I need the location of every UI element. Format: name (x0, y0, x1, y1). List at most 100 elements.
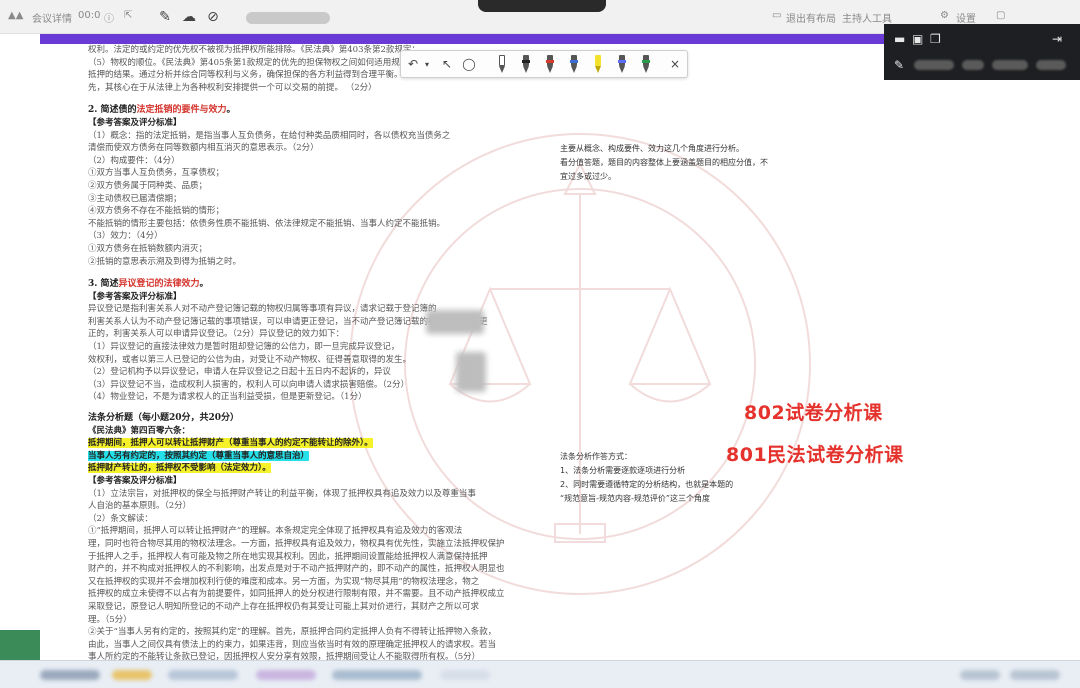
teaching-note-2: 法条分析作答方式： 1、法条分析需要逐款逐项进行分析 2、同时需要遵循特定的分析… (560, 452, 734, 503)
screen-notch (478, 0, 606, 12)
answer-line: ②双方债务属于同种类、品质； (88, 180, 208, 191)
answer-line: 不能抵销的情形主要包括：依债务性质不能抵销、依法律规定不能抵销、当事人约定不能抵… (88, 218, 446, 229)
blurred-name (992, 60, 1028, 70)
blurred-name (1036, 60, 1066, 70)
pen-dark-icon[interactable] (617, 55, 627, 74)
meeting-info-label[interactable]: 会议详情 (32, 10, 72, 25)
answer-line: （3）效力：（4分） (88, 231, 163, 242)
answer-line: 于抵押人之手，抵押权人有可能及物之所在地实现其权利。因此，抵押期间设置能给抵押权… (88, 551, 488, 562)
answer-line: （1）异议登记的直接法律效力是暂时阻却登记簿的公信力，即一旦完成异议登记， (88, 342, 400, 353)
more-icon[interactable]: ▢ (996, 10, 1005, 21)
highlight-yellow-2: 抵押财产转让的，抵押权不受影响（法定效力）。 (88, 463, 271, 474)
meeting-timer: 00:0 (78, 10, 101, 21)
answer-line: ②关于“当事人另有约定的，按照其约定”的理解。首先，原抵押合同约定抵押人负有不得… (88, 627, 497, 638)
answer-line: （4）物业登记，不是为请求权人的正当利益受损，但是更新登记。（1分） (88, 392, 367, 403)
settings-button[interactable]: 设置 (956, 10, 976, 25)
pin-icon[interactable]: ✎ (894, 58, 904, 72)
hide-view-icon[interactable]: ⊘ (204, 8, 222, 26)
pen-blue-icon[interactable] (569, 55, 579, 74)
answer-line: 采取登记，原登记人明知所登记的不动产上存在抵押权仍有其受让可能上其对价进行，其财… (88, 601, 480, 612)
question-2-topic: 法定抵销的要件与效力 (136, 105, 227, 116)
answer-heading: 【参考答案及评分标准】 (88, 291, 182, 302)
answer-line: ④双方债务不存在不能抵销的情形； (88, 206, 225, 217)
blurred-title (246, 12, 330, 24)
taskbar-item[interactable] (256, 670, 316, 680)
blurred-name (962, 60, 984, 70)
answer-line: ②抵销的意思表示溯及到得为抵销之时。 (88, 256, 242, 267)
pointer-icon[interactable]: ↖ (439, 56, 455, 73)
answer-line: 由此，当事人之间仅具有债法上的约束力，如果违背，则应当依当时有效的原理确定抵押权… (88, 639, 497, 650)
answer-line: （1）立法宗旨，对抵押权的保全与抵押财产转让的利益平衡，体现了抵押权具有追及效力… (88, 488, 476, 499)
answer-line: 异议登记是指利害关系人对不动产登记簿记载的物权归属等事项有异议，请求记载于登记簿… (88, 304, 437, 315)
blurred-region (426, 310, 484, 334)
answer-line: （2）构成要件：（4分） (88, 155, 180, 166)
question-3-title: 3. 简述异议登记的法律效力。 (88, 279, 209, 290)
chevron-down-icon[interactable]: ▾ (419, 56, 435, 73)
question-2-title: 2. 简述债的法定抵销的要件与效力。 (88, 105, 236, 116)
taskbar-item[interactable] (440, 670, 490, 680)
floating-control-panel: ▬ ▣ ❐ ⇥ ✎ (884, 24, 1080, 80)
host-tools-button[interactable]: 主持人工具 (842, 10, 892, 25)
answer-line: （1）概念：指的法定抵销，是指当事人互负债务，在给付种类品质相同时，各以债权充当… (88, 130, 451, 141)
pen-black-icon[interactable] (521, 55, 531, 74)
eraser-icon[interactable] (497, 55, 507, 74)
question-3-topic: 异议登记的法律效力 (118, 279, 200, 290)
exam-answer-column: 权利。法定的或约定的优先权不被视为抵押权所能排除。《民法典》第403条第2款规定… (88, 44, 588, 660)
answer-line: 理，同时也符合物尽其用的物权法理念。一方面，抵押权具有追及效力，物权具有优先性，… (88, 538, 505, 549)
answer-line: 事人所约定的不能转让条款已登记，因抵押权人安分享有效限，抵押期间受让人不能取得所… (88, 652, 481, 660)
intro-line: 先，其核心在于从法律上为各种权利安排提供一个可以交易的前提。 （2分） (88, 82, 377, 93)
pen-green-icon[interactable] (641, 55, 651, 74)
answer-line: 财产的，并不构成对抵押权人的不利影响，出发点是对于不动产抵押财产的，即不动产的属… (88, 564, 505, 575)
answer-line: 正的，利害关系人可以申请异议登记。（2分）异议登记的效力如下： (88, 329, 345, 340)
exit-icon[interactable]: ⇥ (1052, 32, 1062, 46)
blurred-region (456, 352, 486, 392)
lasso-icon[interactable]: ◯ (461, 56, 477, 73)
left-edge-window (0, 630, 40, 660)
taskbar-item[interactable] (332, 670, 422, 680)
answer-line: 又在抵押权的实现并不会增加权利行使的难度和成本。另一方面，为实现“物尽其用”的物… (88, 576, 480, 587)
taskbar-item[interactable] (112, 670, 152, 680)
taskbar-item[interactable] (40, 670, 100, 680)
answer-line: （3）异议登记不当，造成权利人损害的，权利人可以向申请人请求损害赔偿。（2分） (88, 379, 410, 390)
answer-heading: 【参考答案及评分标准】 (88, 117, 182, 128)
answer-line: ①“抵押期间，抵押人可以转让抵押财产”的理解。本条规定完全体现了抵押权具有追及效… (88, 526, 463, 537)
exit-layout-button[interactable]: 退出有布局 (786, 10, 836, 25)
taskbar (0, 660, 1080, 688)
share-icon[interactable]: ⇱ (124, 10, 132, 21)
share-screen-icon[interactable]: ✎ (156, 8, 174, 26)
answer-line: ③主动债权已届清偿期； (88, 193, 182, 204)
course-label-802: 802试卷分析课 (744, 402, 883, 424)
answer-line: 抵押权的成立未使得不以占有为前提要件，如同抵押人的处分权进行限制有限，并不需要。… (88, 589, 505, 600)
answer-line: 理。（5分） (88, 614, 132, 625)
course-label-801: 801民法试卷分析课 (726, 444, 904, 466)
system-tray[interactable] (960, 670, 1000, 680)
answer-line: 利害关系人认为不动产登记簿记载的事项错误，可以申请更正登记，当不动产登记簿记载的… (88, 316, 488, 327)
shared-slide: 权利。法定的或约定的优先权不被视为抵押权所能排除。《民法典》第403条第2款规定… (40, 44, 1040, 660)
highlight-yellow-1: 抵押期间，抵押人可以转让抵押财产（尊重当事人的约定不能转让的除外）。 (88, 438, 373, 449)
pen-red-icon[interactable] (545, 55, 555, 74)
clock (1010, 670, 1060, 680)
taskbar-item[interactable] (168, 670, 238, 680)
answer-line: （2）登记机构予以异议登记，申请人在异议登记之日起十五日内不起诉的，异议 (88, 367, 391, 378)
window-icon[interactable]: ▣ (912, 32, 923, 46)
answer-line: ①双方债务在抵销数额内消灭； (88, 243, 208, 254)
teaching-note-1: 主要从概念、构成要件、效力这几个角度进行分析。 看分值答题，题目的内容整体上要涵… (560, 144, 768, 181)
highlighter-yellow-icon[interactable] (593, 55, 603, 74)
highlight-cyan: 当事人另有约定的，按照其约定（尊重当事人的意思自治） (88, 450, 310, 461)
answer-line: 效权利，或者以第三人已登记的公信为由，对受让不动产物权、征得善意取得的发生。 (88, 354, 412, 365)
slide-header-strip (40, 34, 900, 44)
info-icon[interactable]: ⓘ (104, 10, 114, 25)
annotation-toolbar: ↶ ▾ ↖ ◯ × (400, 50, 688, 78)
close-icon[interactable]: × (667, 56, 683, 73)
answer-line: （2）条文解读： (88, 513, 153, 524)
restore-icon[interactable]: ❐ (930, 32, 941, 46)
blurred-name (914, 60, 954, 70)
app-logo-icon: ▲▲ (8, 10, 24, 21)
settings-gear-icon[interactable]: ⚙ (940, 10, 949, 21)
minimize-icon[interactable]: ▬ (894, 32, 905, 46)
law-source: 《民法典》第四百零六条： (88, 425, 191, 436)
answer-line: ①双方当事人互负债务，互享债权； (88, 168, 225, 179)
layout-icon[interactable]: ▭ (772, 10, 781, 21)
cloud-icon[interactable]: ☁ (180, 8, 198, 26)
answer-line: 人自治的基本原则。（2分） (88, 501, 192, 512)
